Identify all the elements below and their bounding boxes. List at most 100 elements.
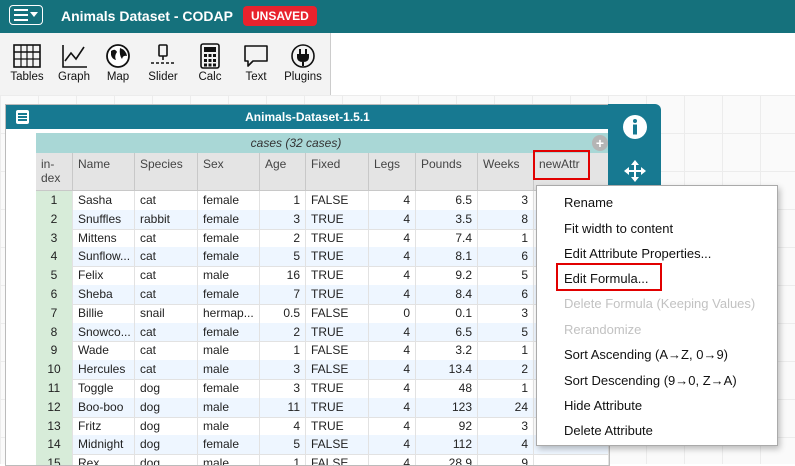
move-icon[interactable]: [624, 160, 646, 182]
cell-pounds[interactable]: 6.5: [416, 191, 478, 210]
document-title[interactable]: Animals Dataset - CODAP: [61, 8, 233, 24]
table-row[interactable]: 4 Sunflow... cat female 5 TRUE 4 8.1 6: [36, 247, 609, 268]
cell-fixed[interactable]: TRUE: [306, 416, 369, 436]
cell-species[interactable]: dog: [135, 379, 198, 398]
column-header-pounds[interactable]: Pounds: [416, 153, 478, 190]
cell-index[interactable]: 5: [36, 266, 73, 285]
table-row[interactable]: 12 Boo-boo dog male 11 TRUE 4 123 24: [36, 397, 609, 418]
cell-species[interactable]: cat: [135, 360, 198, 379]
column-header-index[interactable]: in-dex: [36, 153, 73, 190]
cell-age[interactable]: 3: [260, 360, 306, 379]
table-row[interactable]: 1 Sasha cat female 1 FALSE 4 6.5 3: [36, 191, 609, 211]
cell-index[interactable]: 1: [36, 191, 73, 210]
cell-species[interactable]: dog: [135, 397, 198, 417]
cell-age[interactable]: 0.5: [260, 303, 306, 323]
cell-weeks[interactable]: 6: [478, 285, 534, 304]
cell-sex[interactable]: male: [198, 266, 260, 285]
cell-index[interactable]: 4: [36, 247, 73, 267]
column-header-age[interactable]: Age: [260, 153, 306, 190]
cell-weeks[interactable]: 6: [478, 247, 534, 267]
cell-fixed[interactable]: TRUE: [306, 322, 369, 342]
cell-index[interactable]: 2: [36, 209, 73, 229]
table-row[interactable]: 15 Rex dog male 1 FALSE 4 28.9 9: [36, 454, 609, 465]
cell-age[interactable]: 2: [260, 228, 306, 248]
cell-fixed[interactable]: TRUE: [306, 247, 369, 267]
cell-age[interactable]: 5: [260, 435, 306, 455]
cell-index[interactable]: 10: [36, 360, 73, 379]
cell-age[interactable]: 5: [260, 247, 306, 267]
cell-sex[interactable]: female: [198, 191, 260, 210]
cell-fixed[interactable]: FALSE: [306, 454, 369, 465]
cell-legs[interactable]: 4: [369, 397, 416, 417]
cell-age[interactable]: 7: [260, 285, 306, 304]
cell-weeks[interactable]: 5: [478, 322, 534, 342]
graph-tool-button[interactable]: Graph: [56, 43, 92, 83]
cell-name[interactable]: Hercules: [73, 360, 135, 379]
menu-item-hide-attribute[interactable]: Hide Attribute: [564, 398, 642, 413]
cell-age[interactable]: 11: [260, 397, 306, 417]
cell-fixed[interactable]: FALSE: [306, 341, 369, 361]
cell-fixed[interactable]: TRUE: [306, 228, 369, 248]
cell-name[interactable]: Toggle: [73, 379, 135, 398]
cell-legs[interactable]: 4: [369, 285, 416, 304]
menu-item-sort-descending-9-0-z-a[interactable]: Sort Descending (9→0, Z→A): [564, 373, 737, 388]
cell-sex[interactable]: male: [198, 397, 260, 417]
cell-index[interactable]: 6: [36, 285, 73, 304]
cell-pounds[interactable]: 123: [416, 397, 478, 417]
cell-sex[interactable]: female: [198, 228, 260, 248]
cell-legs[interactable]: 4: [369, 341, 416, 361]
cell-weeks[interactable]: 1: [478, 228, 534, 248]
cell-pounds[interactable]: 48: [416, 379, 478, 398]
menu-item-fit-width-to-content[interactable]: Fit width to content: [564, 221, 673, 236]
cell-index[interactable]: 15: [36, 454, 73, 465]
cell-pounds[interactable]: 28.9: [416, 454, 478, 465]
menu-item-edit-attribute-properties[interactable]: Edit Attribute Properties...: [564, 246, 711, 261]
cell-species[interactable]: cat: [135, 228, 198, 248]
cell-legs[interactable]: 4: [369, 266, 416, 285]
cell-fixed[interactable]: FALSE: [306, 191, 369, 210]
cell-fixed[interactable]: TRUE: [306, 379, 369, 398]
cell-pounds[interactable]: 92: [416, 416, 478, 436]
cell-species[interactable]: dog: [135, 435, 198, 455]
cell-newattr[interactable]: [534, 454, 609, 465]
cell-species[interactable]: dog: [135, 454, 198, 465]
cell-species[interactable]: cat: [135, 247, 198, 267]
cell-pounds[interactable]: 13.4: [416, 360, 478, 379]
cell-index[interactable]: 12: [36, 397, 73, 417]
cell-weeks[interactable]: 8: [478, 209, 534, 229]
text-tool-button[interactable]: Text: [240, 43, 272, 83]
cell-name[interactable]: Billie: [73, 303, 135, 323]
cell-index[interactable]: 8: [36, 322, 73, 342]
cell-sex[interactable]: hermap...: [198, 303, 260, 323]
cell-name[interactable]: Sasha: [73, 191, 135, 210]
cell-name[interactable]: Midnight: [73, 435, 135, 455]
cell-fixed[interactable]: TRUE: [306, 266, 369, 285]
cell-species[interactable]: rabbit: [135, 209, 198, 229]
column-header-legs[interactable]: Legs: [369, 153, 416, 190]
table-row[interactable]: 3 Mittens cat female 2 TRUE 4 7.4 1: [36, 228, 609, 249]
column-header-weeks[interactable]: Weeks: [478, 153, 534, 190]
menu-item-sort-ascending-a-z-0-9[interactable]: Sort Ascending (A→Z, 0→9): [564, 347, 728, 362]
cell-sex[interactable]: female: [198, 435, 260, 455]
cell-name[interactable]: Sheba: [73, 285, 135, 304]
cell-sex[interactable]: male: [198, 416, 260, 436]
cell-age[interactable]: 3: [260, 209, 306, 229]
cell-index[interactable]: 3: [36, 228, 73, 248]
cell-weeks[interactable]: 3: [478, 416, 534, 436]
cell-legs[interactable]: 4: [369, 209, 416, 229]
cell-species[interactable]: cat: [135, 191, 198, 210]
cell-name[interactable]: Snuffles: [73, 209, 135, 229]
cell-age[interactable]: 1: [260, 341, 306, 361]
cell-name[interactable]: Sunflow...: [73, 247, 135, 267]
cell-sex[interactable]: female: [198, 247, 260, 267]
cell-name[interactable]: Felix: [73, 266, 135, 285]
cell-sex[interactable]: female: [198, 285, 260, 304]
cell-name[interactable]: Mittens: [73, 228, 135, 248]
table-row[interactable]: 6 Sheba cat female 7 TRUE 4 8.4 6: [36, 285, 609, 305]
cell-pounds[interactable]: 3.2: [416, 341, 478, 361]
cell-fixed[interactable]: FALSE: [306, 303, 369, 323]
table-row[interactable]: 5 Felix cat male 16 TRUE 4 9.2 5: [36, 266, 609, 286]
cell-index[interactable]: 11: [36, 379, 73, 398]
plugins-tool-button[interactable]: Plugins: [282, 43, 324, 83]
table-row[interactable]: 8 Snowco... cat female 2 TRUE 4 6.5 5: [36, 322, 609, 343]
